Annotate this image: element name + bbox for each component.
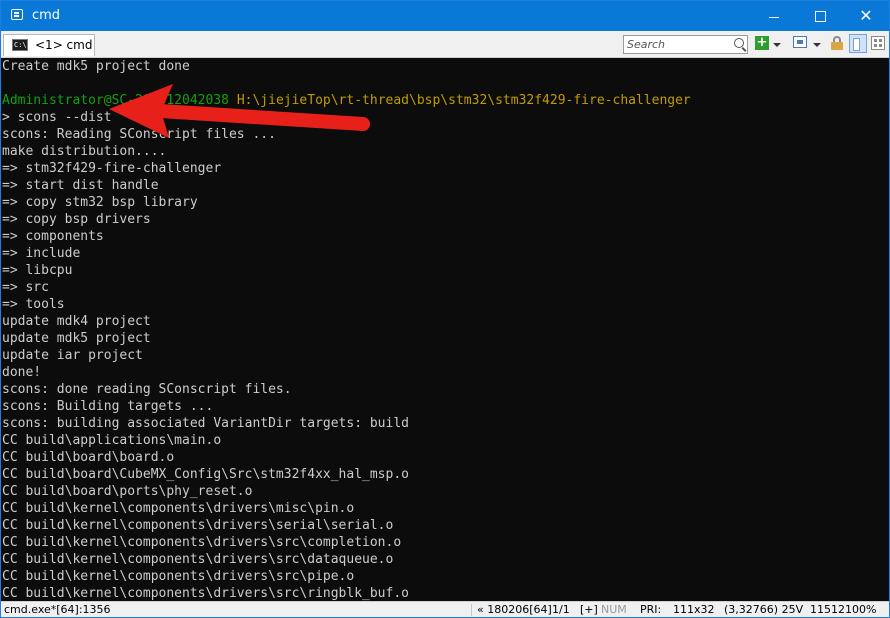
tab-label: <1> cmd [35,38,93,52]
status-process: cmd.exe*[64]:1356 [4,603,111,616]
close-button[interactable]: ✕ [843,1,889,31]
status-position: « 180206[64] [477,603,552,616]
status-bar: cmd.exe*[64]:1356 « 180206[64] 1/1 [+] N… [1,601,889,617]
view-dropdown-icon[interactable] [813,43,821,47]
status-page: 1/1 [552,603,570,616]
minimize-icon [769,16,779,18]
maximize-button[interactable] [797,1,843,31]
search-placeholder: Search [627,38,666,51]
tab-cmd[interactable]: C:\ <1> cmd [3,34,95,56]
lock-icon[interactable] [831,36,843,50]
status-count: 11512 [810,603,845,616]
new-console-icon[interactable]: + [755,36,769,50]
search-icon[interactable] [734,38,744,48]
console-output[interactable]: Create mdk5 project done Administrator@S… [1,58,889,601]
close-icon: ✕ [859,6,873,25]
status-num: NUM [601,603,627,616]
status-zoom[interactable]: 100% [845,603,876,616]
status-size: 111x32 [673,603,715,616]
search-input[interactable]: Search [623,35,748,54]
arrow-shaft [154,104,370,131]
app-icon[interactable] [11,9,23,20]
console-icon: C:\ [12,39,28,51]
status-coords: (3,32766) 25V [724,603,804,616]
status-pri: PRI: [640,603,662,616]
maximize-icon [814,10,826,22]
new-console-dropdown-icon[interactable] [773,43,781,47]
title-bar[interactable]: cmd ✕ [1,1,889,31]
view-icon[interactable] [793,36,807,48]
toolbar: C:\ <1> cmd Search + [1,31,889,58]
window-title: cmd [32,8,61,23]
console-window: cmd ✕ C:\ <1> cmd Search + Create mdk5 p… [0,0,890,618]
annotation-arrow [109,84,370,138]
status-plus[interactable]: [+] [580,603,598,616]
status-separator [471,604,472,616]
minimize-button[interactable] [751,1,797,31]
panel-icon[interactable] [849,34,867,53]
grid-icon[interactable] [871,36,885,50]
